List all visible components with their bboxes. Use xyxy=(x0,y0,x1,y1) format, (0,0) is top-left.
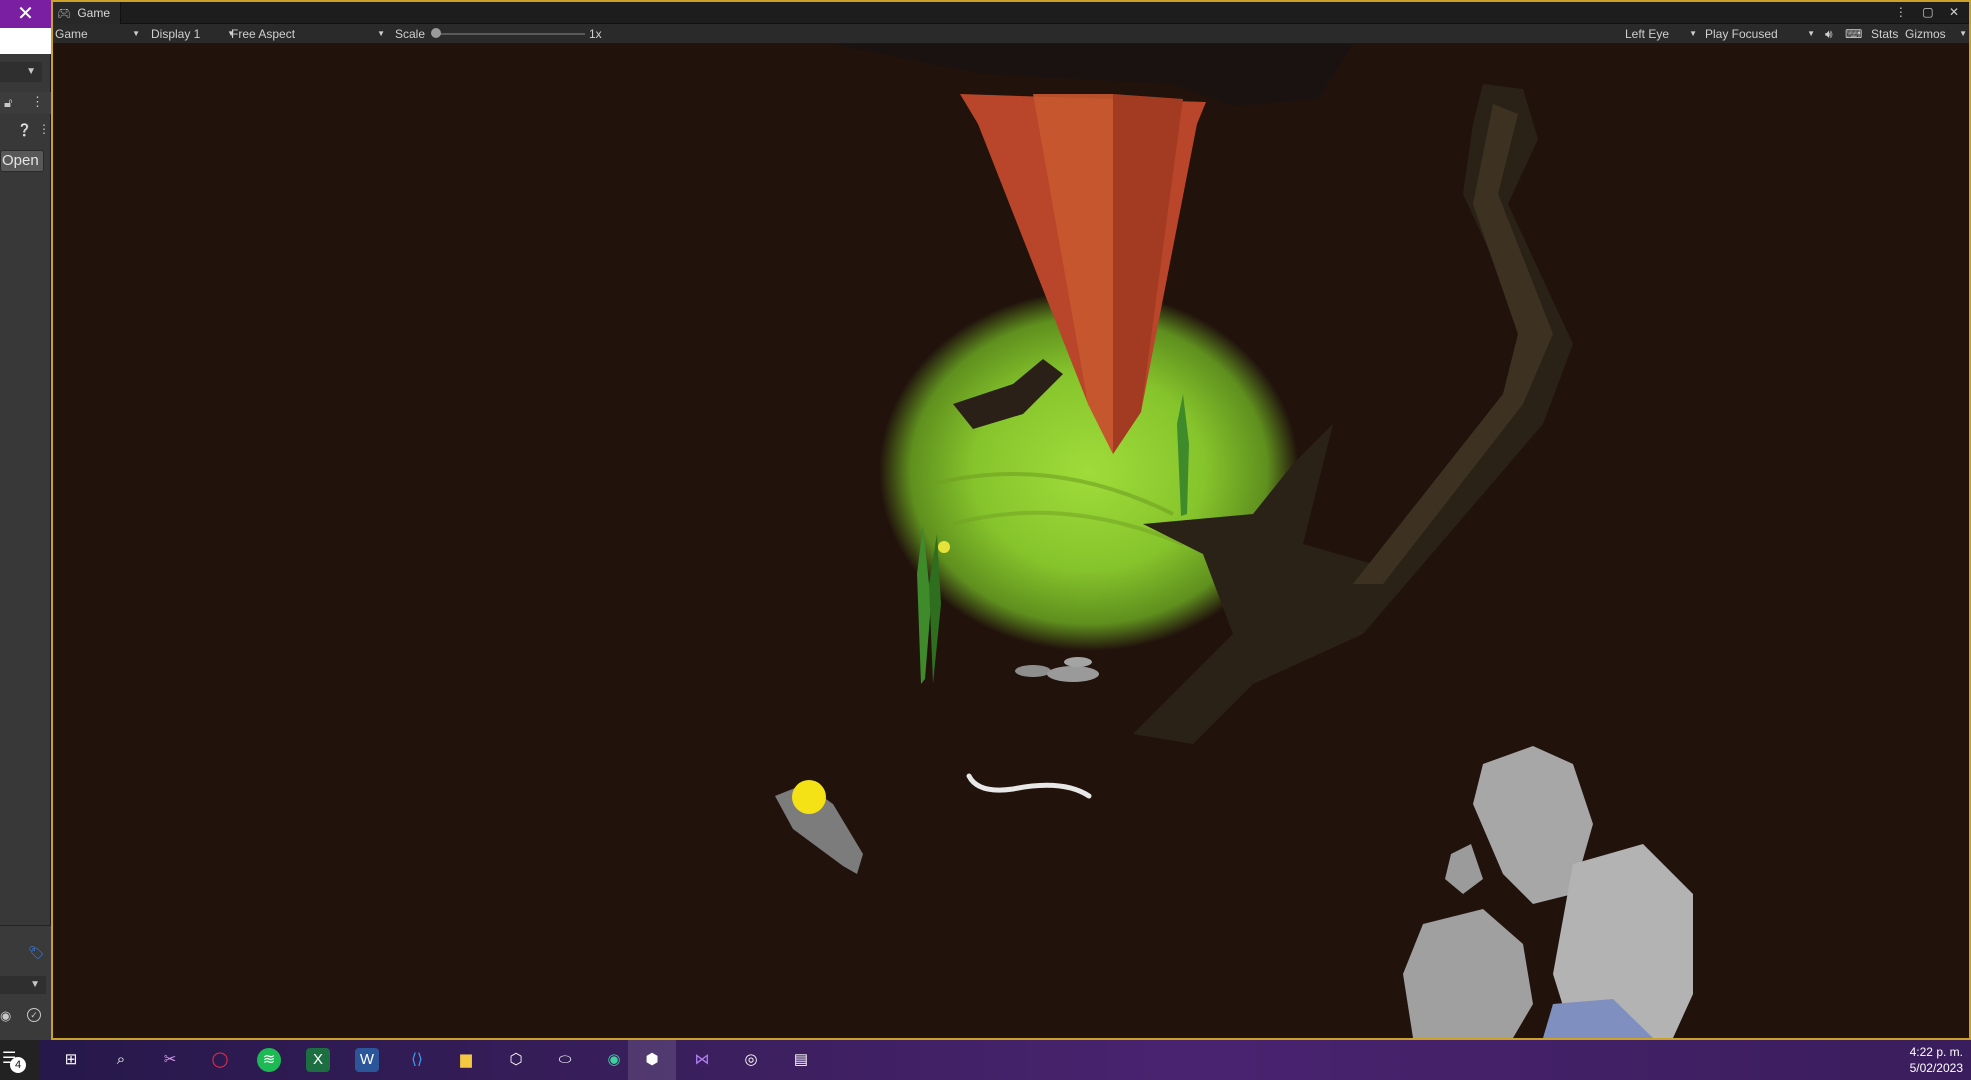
large-rock xyxy=(1403,909,1533,1038)
chevron-down-icon: ▼ xyxy=(1959,29,1967,38)
open-button[interactable]: Open xyxy=(0,150,44,172)
small-branch xyxy=(953,359,1063,429)
pebble xyxy=(1047,666,1099,682)
tag-icon[interactable]: 🏷︎ xyxy=(28,945,45,961)
excel-icon[interactable]: X xyxy=(306,1048,330,1072)
chevron-down-icon: ▼ xyxy=(1689,29,1697,38)
obs-icon[interactable]: ◎ xyxy=(739,1048,763,1072)
left-inspector-panel: ✕ ▼ 🔓︎ ⋮ ❔ ⋮ Open 🏷︎ ▼ ◉ ✓ xyxy=(0,0,51,1040)
close-icon[interactable]: ✕ xyxy=(0,0,51,28)
green-shade xyxy=(932,472,1174,516)
search-icon[interactable]: ⌕ xyxy=(109,1048,133,1072)
grass-blade xyxy=(929,534,941,684)
lock-row: 🔓︎ ⋮ xyxy=(0,92,51,114)
close-icon[interactable]: ✕ xyxy=(1949,5,1965,19)
eye-label: Left Eye xyxy=(1625,27,1670,41)
clock-time: 4:22 p. m. xyxy=(1909,1045,1963,1059)
unity-hub-icon[interactable]: ⬡ xyxy=(504,1048,528,1072)
pebble xyxy=(1015,665,1051,677)
visibility-icon[interactable]: ◉ xyxy=(0,1008,11,1024)
chevron-down-icon: ▼ xyxy=(1807,29,1815,38)
tab-game[interactable]: 🎮︎ Game xyxy=(53,2,121,24)
scale-value: 1x xyxy=(589,27,602,41)
more-options-icon[interactable]: ⋮ xyxy=(31,94,44,110)
dropdown-chevron-icon[interactable]: ▼ xyxy=(0,62,42,82)
mute-audio-icon[interactable]: 🔊︎ xyxy=(1825,24,1833,44)
search-field[interactable] xyxy=(0,28,51,54)
maximize-icon[interactable]: ▢ xyxy=(1922,5,1939,19)
gamepad-app-icon[interactable]: ◉ xyxy=(602,1048,626,1072)
mode-dropdown[interactable]: Game ▼ xyxy=(55,24,140,44)
keyboard-icon[interactable]: ⌨︎ xyxy=(1845,24,1862,44)
desktop: ✕ ▼ 🔓︎ ⋮ ❔ ⋮ Open 🏷︎ ▼ ◉ ✓ ☰ 4 🎮︎ Game ⋮… xyxy=(0,0,1971,1080)
visual-studio-icon[interactable]: ⋈ xyxy=(690,1048,714,1072)
file-explorer-icon[interactable]: ▆ xyxy=(454,1048,478,1072)
stats-button[interactable]: Stats xyxy=(1871,24,1898,44)
tab-game-label: Game xyxy=(77,6,110,20)
taskbar: ⊞ ⌕ ✂ ◯ ≋ X W ⟨⟩ ▆ ⬡ ⬭ ◉ ⬢ ⋈ ◎ ▤ 4:22 p.… xyxy=(40,1040,1971,1080)
pebble xyxy=(1064,657,1092,667)
virtual-desktop-icon[interactable]: ▤ xyxy=(789,1048,813,1072)
opera-icon[interactable]: ◯ xyxy=(208,1048,232,1072)
yellow-orb xyxy=(792,780,826,814)
snip-icon[interactable]: ✂ xyxy=(158,1048,182,1072)
display-label: Display 1 xyxy=(151,27,201,41)
gizmos-label: Gizmos xyxy=(1905,27,1946,41)
eye-dropdown[interactable]: Left Eye ▼ xyxy=(1625,24,1697,44)
spotify-icon[interactable]: ≋ xyxy=(257,1048,281,1072)
gizmos-dropdown[interactable]: Gizmos ▼ xyxy=(1905,24,1967,44)
word-icon[interactable]: W xyxy=(355,1048,379,1072)
notification-badge: 4 xyxy=(10,1057,26,1073)
scale-slider-track[interactable] xyxy=(435,33,585,35)
chevron-down-icon: ▼ xyxy=(377,29,385,38)
small-flower xyxy=(938,541,950,553)
game-toolbar: Game ▼ Display 1 ▼ Free Aspect ▼ Scale 1… xyxy=(53,24,1969,44)
start-icon[interactable]: ⊞ xyxy=(59,1048,83,1072)
scale-slider-handle[interactable] xyxy=(431,28,441,38)
small-rock xyxy=(1445,844,1483,894)
window-controls: ⋮ ▢ ✕ xyxy=(1895,5,1965,19)
vscode-icon[interactable]: ⟨⟩ xyxy=(405,1048,429,1072)
dropdown-chevron-icon[interactable]: ▼ xyxy=(0,976,46,994)
play-mode-dropdown[interactable]: Play Focused ▼ xyxy=(1705,24,1815,44)
aspect-dropdown[interactable]: Free Aspect ▼ xyxy=(231,24,385,44)
more-options-icon[interactable]: ⋮ xyxy=(38,122,50,136)
help-icon[interactable]: ❔ xyxy=(17,123,32,137)
grass-blade xyxy=(917,524,931,684)
clock-date: 5/02/2023 xyxy=(1909,1061,1963,1075)
window-tabbar: 🎮︎ Game ⋮ ▢ ✕ xyxy=(53,2,1969,24)
scene-render xyxy=(775,44,1693,1038)
more-options-icon[interactable]: ⋮ xyxy=(1895,5,1913,19)
white-worm xyxy=(966,773,1092,799)
display-dropdown[interactable]: Display 1 ▼ xyxy=(151,24,235,44)
grass-blade xyxy=(1177,394,1189,516)
game-viewport[interactable] xyxy=(53,44,1969,1038)
play-mode-label: Play Focused xyxy=(1705,27,1778,41)
scale-label: Scale xyxy=(395,27,426,41)
mode-label: Game xyxy=(55,27,88,41)
orange-cone-face xyxy=(1113,94,1183,454)
oculus-icon[interactable]: ⬭ xyxy=(553,1048,577,1072)
help-row: ❔ ⋮ xyxy=(0,120,51,142)
green-shade xyxy=(952,510,1184,546)
check-circle-icon[interactable]: ✓ xyxy=(27,1008,41,1022)
system-clock[interactable]: 4:22 p. m. 5/02/2023 xyxy=(1910,1044,1963,1076)
chevron-down-icon: ▼ xyxy=(132,29,140,38)
gamepad-icon: 🎮︎ xyxy=(57,8,71,20)
unity-icon[interactable]: ⬢ xyxy=(640,1048,664,1072)
game-window: 🎮︎ Game ⋮ ▢ ✕ Game ▼ Display 1 ▼ Free As… xyxy=(51,0,1971,1040)
lock-icon[interactable]: 🔓︎ xyxy=(4,95,12,111)
aspect-label: Free Aspect xyxy=(231,27,296,41)
